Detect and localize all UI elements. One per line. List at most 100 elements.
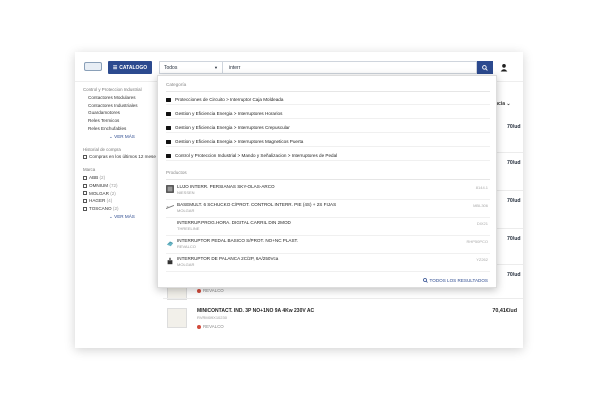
- divider: [166, 91, 490, 92]
- suggestion-product-code: RHP50PCO: [466, 239, 488, 244]
- suggestion-product-code: YZ262: [476, 257, 488, 262]
- suggestion-category-item[interactable]: Gestion y Eficiencia Energia > Interrupt…: [166, 109, 490, 119]
- history-filter-label: Compras en los últimos 12 mese: [89, 154, 156, 160]
- chevron-down-icon: ⌄: [109, 133, 113, 139]
- suggestion-category-label: Gestion y Eficiencia Energia > Interrupt…: [175, 111, 283, 116]
- brand-name: MOLGAR: [89, 190, 109, 196]
- product-thumbnail-icon: [166, 241, 174, 247]
- search-suggestions-dropdown: Categoría Protecciones de Circuito > Int…: [157, 75, 497, 288]
- product-price: 70/ud: [507, 124, 521, 130]
- suggestion-product-name: INTERRUPTOR DE PALANCA 2C/2P, 6A/250Vca: [177, 256, 279, 261]
- suggestion-product-name: INTERRUP.PROG.HORA. DIGITAL CARRIL DIN 2…: [177, 220, 291, 225]
- suggestion-product-name: INTERRUPTOR PEDAL BASICO S/PROT. NO+NC P…: [177, 238, 299, 243]
- search-button[interactable]: [477, 61, 493, 74]
- brand-name: OMNIUM: [89, 182, 109, 188]
- suggestion-category-item[interactable]: Control y Proteccion Industrial > Mando …: [166, 151, 490, 161]
- all-results-label: TODOS LOS RESULTADOS: [429, 278, 488, 283]
- suggestion-product-brand: MOLGAR: [177, 207, 195, 213]
- brand-count: (2): [112, 206, 119, 212]
- ver-mas-label: VER MÁS: [114, 213, 135, 219]
- folder-icon: [166, 139, 171, 144]
- brand-count: (2): [99, 174, 106, 180]
- suggestion-category-item[interactable]: Protecciones de Circuito > Interruptor C…: [166, 95, 490, 105]
- suggestion-product-name: LUJO INTERR. PERSIANAS SKY-OLAS-ARCO: [177, 184, 275, 189]
- suggestion-product-item[interactable]: INTERRUPTOR PEDAL BASICO S/PROT. NO+NC P…: [166, 236, 490, 254]
- menu-icon: ☰: [112, 64, 118, 71]
- folder-icon: [166, 111, 171, 116]
- chevron-down-icon: ⌄: [109, 213, 113, 219]
- brand-label: REVALCO: [203, 324, 224, 329]
- suggestion-product-brand: MOLGAR: [177, 261, 195, 267]
- product-row[interactable]: MINICONTACT. IND. 3P NO+1NO 9A 4Kw 230V …: [165, 304, 523, 344]
- suggestion-category-label: Gestion y Eficiencia Energia > Interrupt…: [175, 125, 290, 130]
- brand-count: (72): [109, 182, 118, 188]
- suggestions-category-heading: Categoría: [166, 82, 187, 87]
- product-price: 70,41€/ud: [492, 308, 517, 314]
- suggestion-category-label: Control y Proteccion Industrial > Mando …: [175, 153, 338, 158]
- product-price: 70/ud: [507, 236, 521, 242]
- suggestion-product-item[interactable]: LUJO INTERR. PERSIANAS SKY-OLAS-ARCO NIE…: [166, 182, 490, 200]
- brand-name: HAGER: [89, 198, 106, 204]
- catalog-label: CATALOGO: [119, 64, 148, 71]
- suggestion-product-item[interactable]: INTERRUP.PROG.HORA. DIGITAL CARRIL DIN 2…: [166, 218, 490, 236]
- user-icon[interactable]: [500, 63, 508, 72]
- product-price: 70/ud: [507, 198, 521, 204]
- chevron-down-icon: ⌄: [506, 101, 511, 107]
- product-name[interactable]: MINICONTACT. IND. 3P NO+1NO 9A 4Kw 230V …: [197, 308, 314, 314]
- brand-name: TOSCANO: [89, 206, 112, 212]
- suggestion-product-code: MBL306: [473, 203, 488, 208]
- suggestion-category-item[interactable]: Gestion y Eficiencia Energia > Interrupt…: [166, 137, 490, 147]
- brand-label: REVALCO: [203, 288, 224, 293]
- product-price: 70/ud: [507, 160, 521, 166]
- suggestion-product-item[interactable]: BASEMULT. 6 SCHUCKO C/PROT. CONTROL INTE…: [166, 200, 490, 218]
- checkbox[interactable]: [83, 206, 87, 211]
- suggestion-product-brand: THREELINE: [177, 225, 200, 231]
- search-input[interactable]: interr: [223, 61, 477, 74]
- divider: [163, 298, 523, 299]
- suggestions-products-heading: Productos: [166, 170, 187, 175]
- folder-icon: [166, 125, 171, 130]
- folder-icon: [166, 97, 171, 102]
- brand-count: (4): [106, 198, 113, 204]
- search-icon: [422, 278, 428, 283]
- chevron-down-icon: ▼: [214, 65, 218, 70]
- checkbox[interactable]: [83, 175, 87, 180]
- category-select[interactable]: Todos ▼: [159, 61, 223, 74]
- checkbox[interactable]: [83, 183, 87, 188]
- suggestion-product-code: 8144.1: [475, 185, 488, 190]
- app-window: ☰ CATALOGO Todos ▼ interr Control y Prot…: [75, 52, 523, 348]
- product-image[interactable]: [167, 308, 187, 328]
- product-brand: REVALCO: [197, 324, 224, 329]
- product-brand: REVALCO: [197, 288, 224, 293]
- brand-count: (2): [110, 190, 116, 196]
- all-results-link[interactable]: TODOS LOS RESULTADOS: [422, 278, 488, 283]
- suggestion-product-name: BASEMULT. 6 SCHUCKO C/PROT. CONTROL INTE…: [177, 202, 337, 207]
- search-icon: [482, 64, 488, 71]
- suggestion-category-label: Gestion y Eficiencia Energia > Interrupt…: [175, 139, 304, 144]
- ver-mas-label: VER MÁS: [114, 133, 135, 139]
- product-thumbnail-icon: [166, 221, 174, 229]
- folder-icon: [166, 153, 171, 158]
- suggestion-product-brand: REVALCO: [177, 243, 196, 249]
- suggestion-product-code: DIX21: [476, 221, 488, 226]
- suggestion-category-label: Protecciones de Circuito > Interruptor C…: [175, 97, 284, 102]
- divider: [166, 179, 490, 180]
- checkbox[interactable]: [83, 155, 87, 160]
- brand-logo[interactable]: [84, 62, 102, 71]
- sort-select[interactable]: ncia ⌄: [495, 101, 511, 107]
- brand-logo-icon: [197, 288, 201, 293]
- checkbox[interactable]: [83, 199, 87, 204]
- brand-name: ABB: [89, 174, 99, 180]
- product-thumbnail-icon: [166, 204, 174, 210]
- suggestion-product-item[interactable]: INTERRUPTOR DE PALANCA 2C/2P, 6A/250Vca …: [166, 254, 490, 272]
- catalog-button[interactable]: ☰ CATALOGO: [108, 61, 152, 74]
- product-thumbnail-icon: [166, 185, 174, 193]
- suggestion-category-item[interactable]: Gestion y Eficiencia Energia > Interrupt…: [166, 123, 490, 133]
- brand-logo-icon: [197, 324, 201, 329]
- category-select-value: Todos: [164, 64, 178, 71]
- suggestion-product-brand: NIESSEN: [177, 189, 195, 195]
- search-input-value: interr: [229, 64, 241, 71]
- product-thumbnail-icon: [167, 257, 173, 265]
- product-code: RVRM09X10230: [197, 315, 227, 320]
- checkbox[interactable]: [83, 191, 87, 196]
